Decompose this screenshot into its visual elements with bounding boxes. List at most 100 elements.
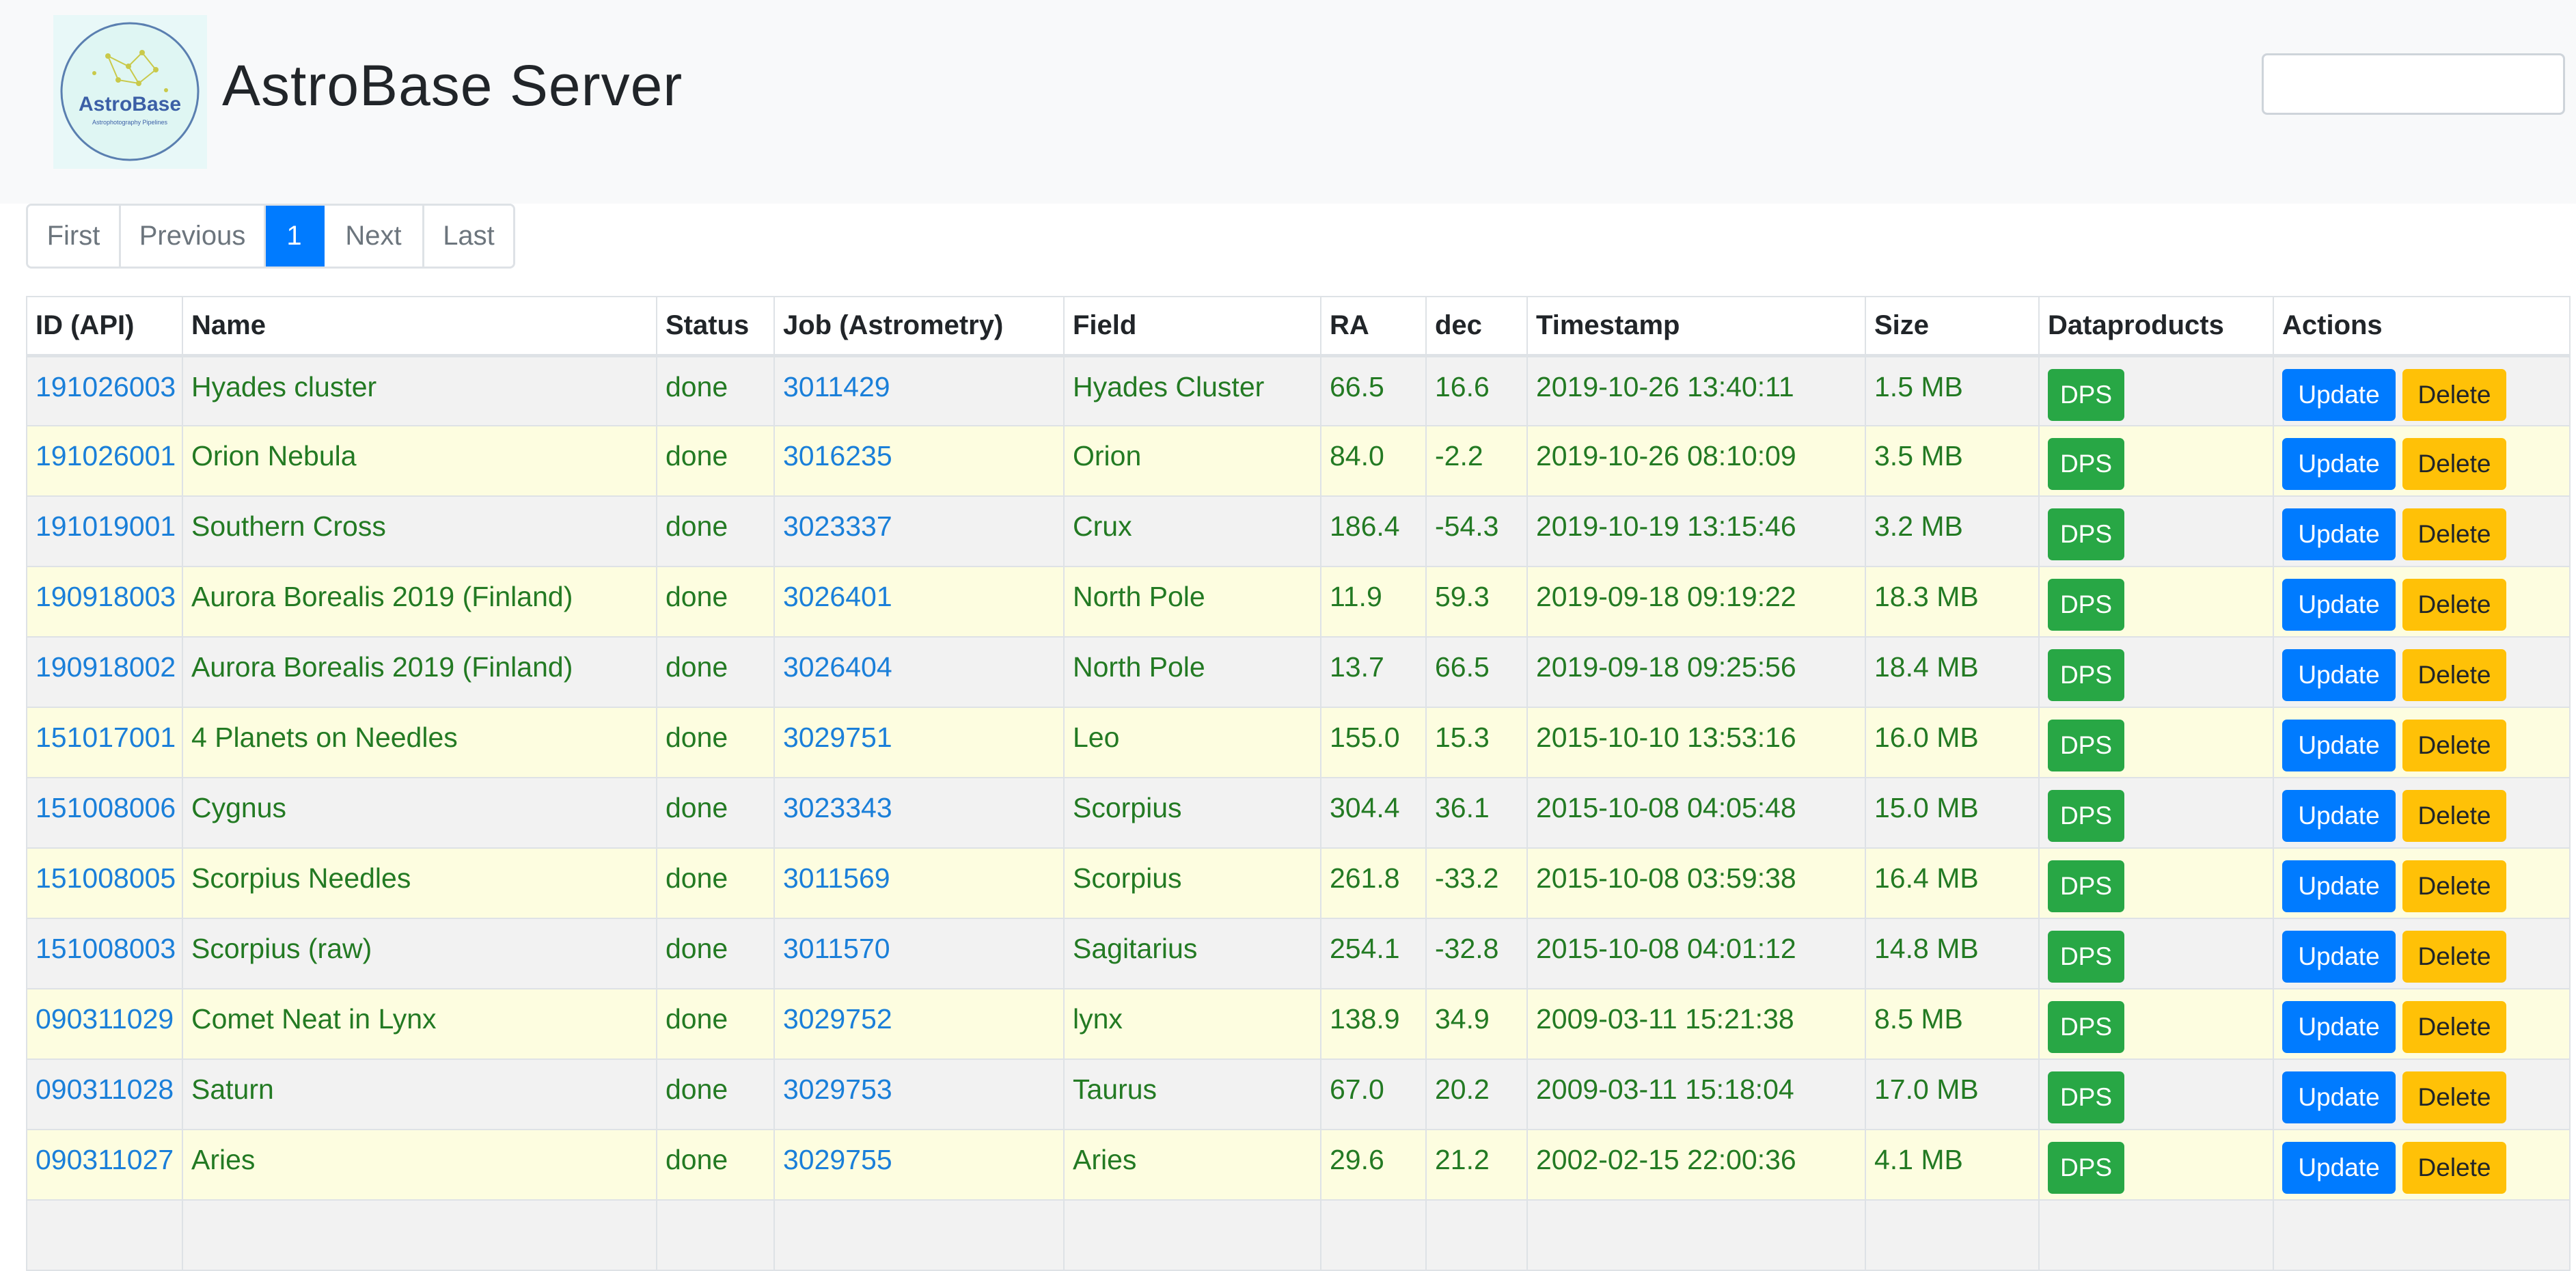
update-button[interactable]: Update xyxy=(2282,368,2396,421)
update-button[interactable]: Update xyxy=(2282,438,2396,490)
astrobase-logo[interactable]: AstroBase Astrophotography Pipelines xyxy=(53,15,207,169)
astrometry-job-link[interactable]: 3016235 xyxy=(783,440,892,472)
astrometry-job-link[interactable]: 3029752 xyxy=(783,1003,892,1035)
delete-button[interactable]: Delete xyxy=(2402,790,2506,842)
astrometry-job-link[interactable]: 3029753 xyxy=(783,1074,892,1105)
cell-timestamp: 2015-10-08 03:59:38 xyxy=(1526,847,1866,919)
update-button[interactable]: Update xyxy=(2282,1142,2396,1194)
update-button[interactable]: Update xyxy=(2282,1071,2396,1123)
cell-dec: -33.2 xyxy=(1425,847,1528,919)
pagination-next[interactable]: Next xyxy=(325,206,424,266)
delete-button[interactable]: Delete xyxy=(2402,579,2506,631)
delete-button[interactable]: Delete xyxy=(2402,1001,2506,1053)
column-header-dec[interactable]: dec xyxy=(1425,296,1528,357)
dps-button[interactable]: DPS xyxy=(2048,368,2124,421)
cell-size: 15.0 MB xyxy=(1865,777,2040,849)
delete-button[interactable]: Delete xyxy=(2402,931,2506,983)
dps-button[interactable]: DPS xyxy=(2048,931,2124,983)
cell-timestamp: 2015-10-10 13:53:16 xyxy=(1526,707,1866,778)
astrometry-job-link[interactable]: 3011569 xyxy=(783,862,890,894)
astrometry-job-link[interactable]: 3011570 xyxy=(783,933,890,964)
job-id-link[interactable]: 191026001 xyxy=(36,440,176,472)
delete-button[interactable]: Delete xyxy=(2402,438,2506,490)
job-id-link[interactable]: 191019001 xyxy=(36,510,176,542)
cell-actions: Update Delete xyxy=(2273,495,2571,567)
job-id-link[interactable]: 151008005 xyxy=(36,862,176,894)
astrometry-job-link[interactable]: 3026401 xyxy=(783,581,892,612)
job-id-link[interactable]: 151008003 xyxy=(36,933,176,964)
delete-button[interactable]: Delete xyxy=(2402,1071,2506,1123)
job-id-link[interactable]: 190918002 xyxy=(36,651,176,683)
update-button[interactable]: Update xyxy=(2282,860,2396,912)
cell-name: Aries xyxy=(182,1129,657,1201)
delete-button[interactable]: Delete xyxy=(2402,860,2506,912)
update-button[interactable]: Update xyxy=(2282,579,2396,631)
cell-ra: 304.4 xyxy=(1320,777,1427,849)
job-id-link[interactable]: 151017001 xyxy=(36,722,176,753)
cell-size: 3.2 MB xyxy=(1865,495,2040,567)
cell-timestamp: 2019-09-18 09:25:56 xyxy=(1526,636,1866,708)
dps-button[interactable]: DPS xyxy=(2048,438,2124,490)
update-button[interactable]: Update xyxy=(2282,508,2396,560)
dps-button[interactable]: DPS xyxy=(2048,508,2124,560)
job-id-link[interactable]: 190918003 xyxy=(36,581,176,612)
column-header-name[interactable]: Name xyxy=(182,296,657,357)
delete-button[interactable]: Delete xyxy=(2402,649,2506,701)
dps-button[interactable]: DPS xyxy=(2048,1001,2124,1053)
update-button[interactable]: Update xyxy=(2282,720,2396,771)
dps-button[interactable]: DPS xyxy=(2048,720,2124,771)
column-header-timestamp[interactable]: Timestamp xyxy=(1526,296,1866,357)
column-header-status[interactable]: Status xyxy=(656,296,775,357)
column-header-ra[interactable]: RA xyxy=(1320,296,1427,357)
column-header-dataproducts[interactable]: Dataproducts xyxy=(2038,296,2274,357)
astrometry-job-link[interactable]: 3023337 xyxy=(783,510,892,542)
column-header-id[interactable]: ID (API) xyxy=(26,296,183,357)
delete-button[interactable]: Delete xyxy=(2402,368,2506,421)
cell-status: done xyxy=(656,1058,775,1130)
column-header-field[interactable]: Field xyxy=(1063,296,1321,357)
update-button[interactable]: Update xyxy=(2282,649,2396,701)
dps-button[interactable]: DPS xyxy=(2048,790,2124,842)
astrometry-job-link[interactable]: 3029751 xyxy=(783,722,892,753)
cell-id: 151008003 xyxy=(26,918,183,989)
pagination-last[interactable]: Last xyxy=(424,206,513,266)
dps-button[interactable]: DPS xyxy=(2048,579,2124,631)
dps-button[interactable]: DPS xyxy=(2048,649,2124,701)
cell-field: Taurus xyxy=(1063,1058,1321,1130)
astrometry-job-link[interactable]: 3026404 xyxy=(783,651,892,683)
delete-button[interactable]: Delete xyxy=(2402,720,2506,771)
column-header-actions[interactable]: Actions xyxy=(2273,296,2571,357)
job-id-link[interactable]: 151008006 xyxy=(36,792,176,823)
cell-dataproducts: DPS xyxy=(2038,707,2274,778)
cell-size: 16.0 MB xyxy=(1865,707,2040,778)
update-button[interactable]: Update xyxy=(2282,931,2396,983)
astrometry-job-link[interactable]: 3029755 xyxy=(783,1144,892,1175)
job-id-link[interactable]: 090311028 xyxy=(36,1074,174,1105)
dps-button[interactable]: DPS xyxy=(2048,1071,2124,1123)
cell-dec xyxy=(1425,1199,1528,1271)
delete-button[interactable]: Delete xyxy=(2402,508,2506,560)
cell-field: lynx xyxy=(1063,988,1321,1060)
column-header-job[interactable]: Job (Astrometry) xyxy=(773,296,1065,357)
astrometry-job-link[interactable]: 3011429 xyxy=(783,371,890,402)
pagination-previous[interactable]: Previous xyxy=(121,206,266,266)
logo-text: AstroBase xyxy=(79,93,181,115)
job-id-link[interactable]: 090311029 xyxy=(36,1003,174,1035)
job-id-link[interactable]: 090311027 xyxy=(36,1144,174,1175)
dps-button[interactable]: DPS xyxy=(2048,1142,2124,1194)
cell-job: 3026401 xyxy=(773,566,1065,638)
pagination-first[interactable]: First xyxy=(28,206,121,266)
cell-timestamp: 2009-03-11 15:18:04 xyxy=(1526,1058,1866,1130)
update-button[interactable]: Update xyxy=(2282,1001,2396,1053)
cell-size: 16.4 MB xyxy=(1865,847,2040,919)
cell-dataproducts: DPS xyxy=(2038,1129,2274,1201)
search-input[interactable] xyxy=(2262,53,2565,115)
delete-button[interactable]: Delete xyxy=(2402,1142,2506,1194)
cell-dec: 34.9 xyxy=(1425,988,1528,1060)
job-id-link[interactable]: 191026003 xyxy=(36,371,176,402)
dps-button[interactable]: DPS xyxy=(2048,860,2124,912)
pagination-page-1[interactable]: 1 xyxy=(266,206,325,266)
column-header-size[interactable]: Size xyxy=(1865,296,2040,357)
update-button[interactable]: Update xyxy=(2282,790,2396,842)
astrometry-job-link[interactable]: 3023343 xyxy=(783,792,892,823)
